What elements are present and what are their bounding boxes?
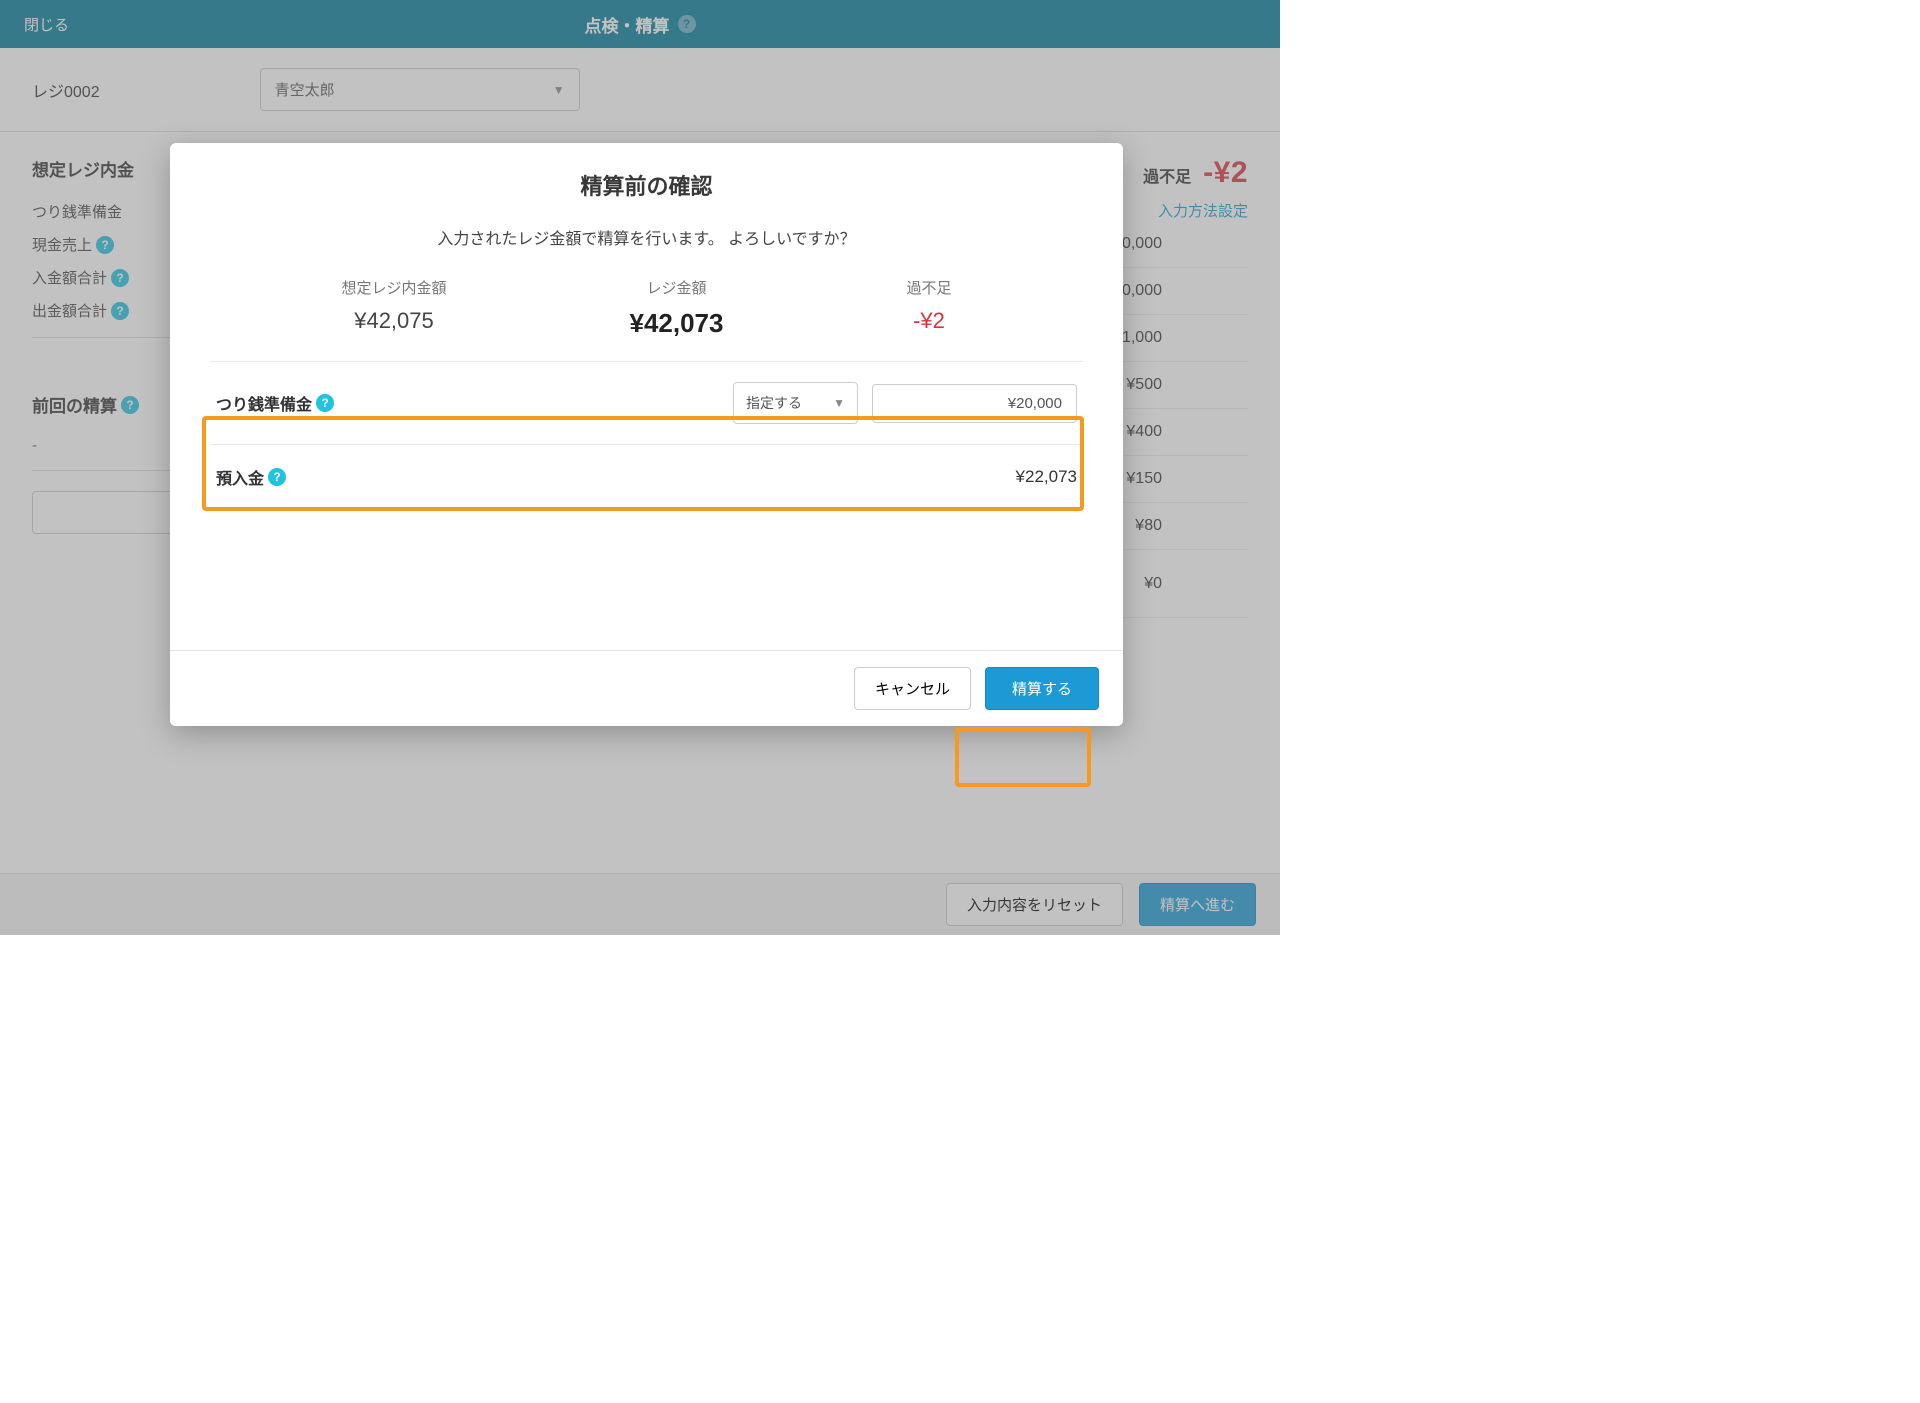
modal-title: 精算前の確認 <box>210 169 1083 201</box>
cancel-button[interactable]: キャンセル <box>854 667 971 710</box>
stat-register-value: ¥42,073 <box>629 308 723 339</box>
stat-register-label: レジ金額 <box>629 277 723 298</box>
deposit-label: 預入金 ? <box>216 465 286 489</box>
modal-change-fund-row: つり銭準備金 ? 指定する ▼ <box>210 361 1083 445</box>
help-icon[interactable]: ? <box>268 468 286 486</box>
help-icon[interactable]: ? <box>316 394 334 412</box>
change-fund-select[interactable]: 指定する ▼ <box>733 382 858 424</box>
confirm-settlement-button[interactable]: 精算する <box>985 667 1099 710</box>
change-fund-label: つり銭準備金 ? <box>216 391 334 415</box>
modal-deposit-row: 預入金 ? ¥22,073 <box>210 445 1083 510</box>
stat-excess-label: 過不足 <box>906 277 951 298</box>
change-fund-input[interactable] <box>872 384 1077 423</box>
modal-stats: 想定レジ内金額 ¥42,075 レジ金額 ¥42,073 過不足 -¥2 <box>210 277 1083 339</box>
deposit-value: ¥22,073 <box>1016 467 1077 487</box>
confirm-modal: 精算前の確認 入力されたレジ金額で精算を行います。 よろしいですか？ 想定レジ内… <box>170 143 1123 726</box>
modal-message: 入力されたレジ金額で精算を行います。 よろしいですか？ <box>210 225 1083 249</box>
stat-expected-value: ¥42,075 <box>341 308 446 334</box>
modal-footer: キャンセル 精算する <box>170 650 1123 726</box>
stat-excess-value: -¥2 <box>906 308 951 334</box>
chevron-down-icon: ▼ <box>833 396 845 410</box>
stat-expected-label: 想定レジ内金額 <box>341 277 446 298</box>
